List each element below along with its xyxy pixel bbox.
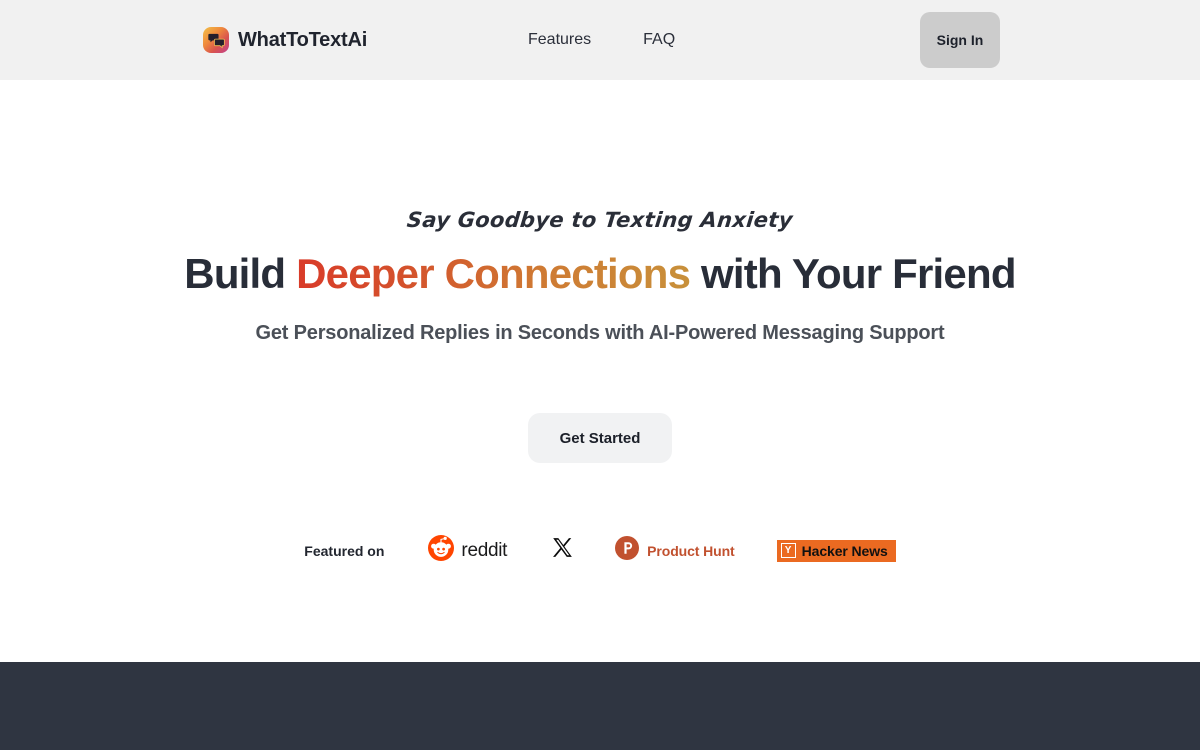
reddit-wordmark: reddit <box>461 539 508 561</box>
chat-bubbles-icon <box>203 27 229 53</box>
featured-on-strip: Featured on reddit Product Hunt Y Hacker… <box>304 535 896 566</box>
sign-in-button[interactable]: Sign In <box>920 12 1000 68</box>
product-hunt-icon <box>615 536 640 565</box>
brand-logo[interactable]: WhatToTextAi <box>203 27 367 53</box>
featured-on-label: Featured on <box>304 542 385 559</box>
hero-subtitle: Get Personalized Replies in Seconds with… <box>255 322 945 344</box>
nav-link-features[interactable]: Features <box>528 31 591 49</box>
headline-part-gradient: Deeper Connections <box>296 250 691 297</box>
hacker-news-wordmark: Hacker News <box>801 542 888 559</box>
headline-part-post: with Your Friend <box>690 250 1016 297</box>
footer-section <box>0 662 1200 750</box>
primary-nav: Features FAQ <box>528 31 675 49</box>
reddit-icon <box>428 535 455 566</box>
hero-eyebrow: Say Goodbye to Texting Anxiety <box>405 208 795 232</box>
x-icon <box>551 536 575 565</box>
get-started-button[interactable]: Get Started <box>528 413 672 463</box>
badge-product-hunt[interactable]: Product Hunt <box>615 536 735 565</box>
badge-x[interactable] <box>551 536 575 565</box>
page-title: Build Deeper Connections with Your Frien… <box>184 250 1016 298</box>
nav-link-faq[interactable]: FAQ <box>643 31 675 49</box>
badge-hacker-news[interactable]: Y Hacker News <box>776 539 896 562</box>
headline-part-pre: Build <box>184 250 297 297</box>
badge-reddit[interactable]: reddit <box>428 535 507 566</box>
hero-section: Say Goodbye to Texting Anxiety Build Dee… <box>0 80 1200 662</box>
brand-name: WhatToTextAi <box>238 28 368 51</box>
hacker-news-icon: Y <box>780 543 796 558</box>
site-header: WhatToTextAi Features FAQ Sign In <box>0 0 1200 80</box>
product-hunt-wordmark: Product Hunt <box>647 542 735 559</box>
